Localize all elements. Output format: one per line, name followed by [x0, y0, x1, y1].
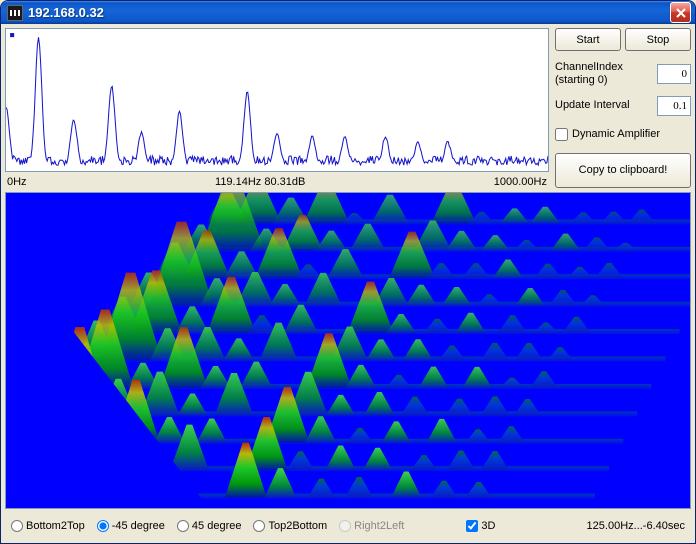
channel-index-label: ChannelIndex (starting 0) [555, 61, 645, 87]
spectrogram-3d-plot[interactable] [5, 192, 691, 509]
stop-button[interactable]: Stop [625, 28, 691, 51]
update-interval-input[interactable] [657, 96, 691, 116]
copy-clipboard-button[interactable]: Copy to clipboard! [555, 153, 691, 189]
start-button[interactable]: Start [555, 28, 621, 51]
spectrum-2d-plot[interactable] [5, 28, 549, 172]
app-icon [7, 5, 23, 21]
dynamic-amplifier-label: Dynamic Amplifier [572, 128, 660, 140]
spectrum-left-label: 0Hz [7, 176, 27, 188]
view-right2left-radio: Right2Left [339, 520, 404, 532]
close-icon [676, 8, 686, 18]
update-interval-label: Update Interval [555, 99, 630, 112]
view-pos45-radio[interactable]: 45 degree [177, 520, 242, 532]
view-3d-checkbox[interactable]: 3D [466, 520, 495, 532]
window-title: 192.168.0.32 [28, 5, 670, 20]
close-button[interactable] [670, 2, 691, 23]
spectrum-right-label: 1000.00Hz [494, 176, 547, 188]
view-bottom2top-radio[interactable]: Bottom2Top [11, 520, 85, 532]
dynamic-amplifier-checkbox[interactable] [555, 128, 568, 141]
spectrum-center-label: 119.14Hz 80.31dB [215, 176, 305, 188]
channel-index-input[interactable] [657, 64, 691, 84]
status-text: 125.00Hz...-6.40sec [587, 520, 685, 532]
view-neg45-radio[interactable]: -45 degree [97, 520, 165, 532]
titlebar: 192.168.0.32 [1, 1, 695, 24]
view-top2bottom-radio[interactable]: Top2Bottom [253, 520, 327, 532]
